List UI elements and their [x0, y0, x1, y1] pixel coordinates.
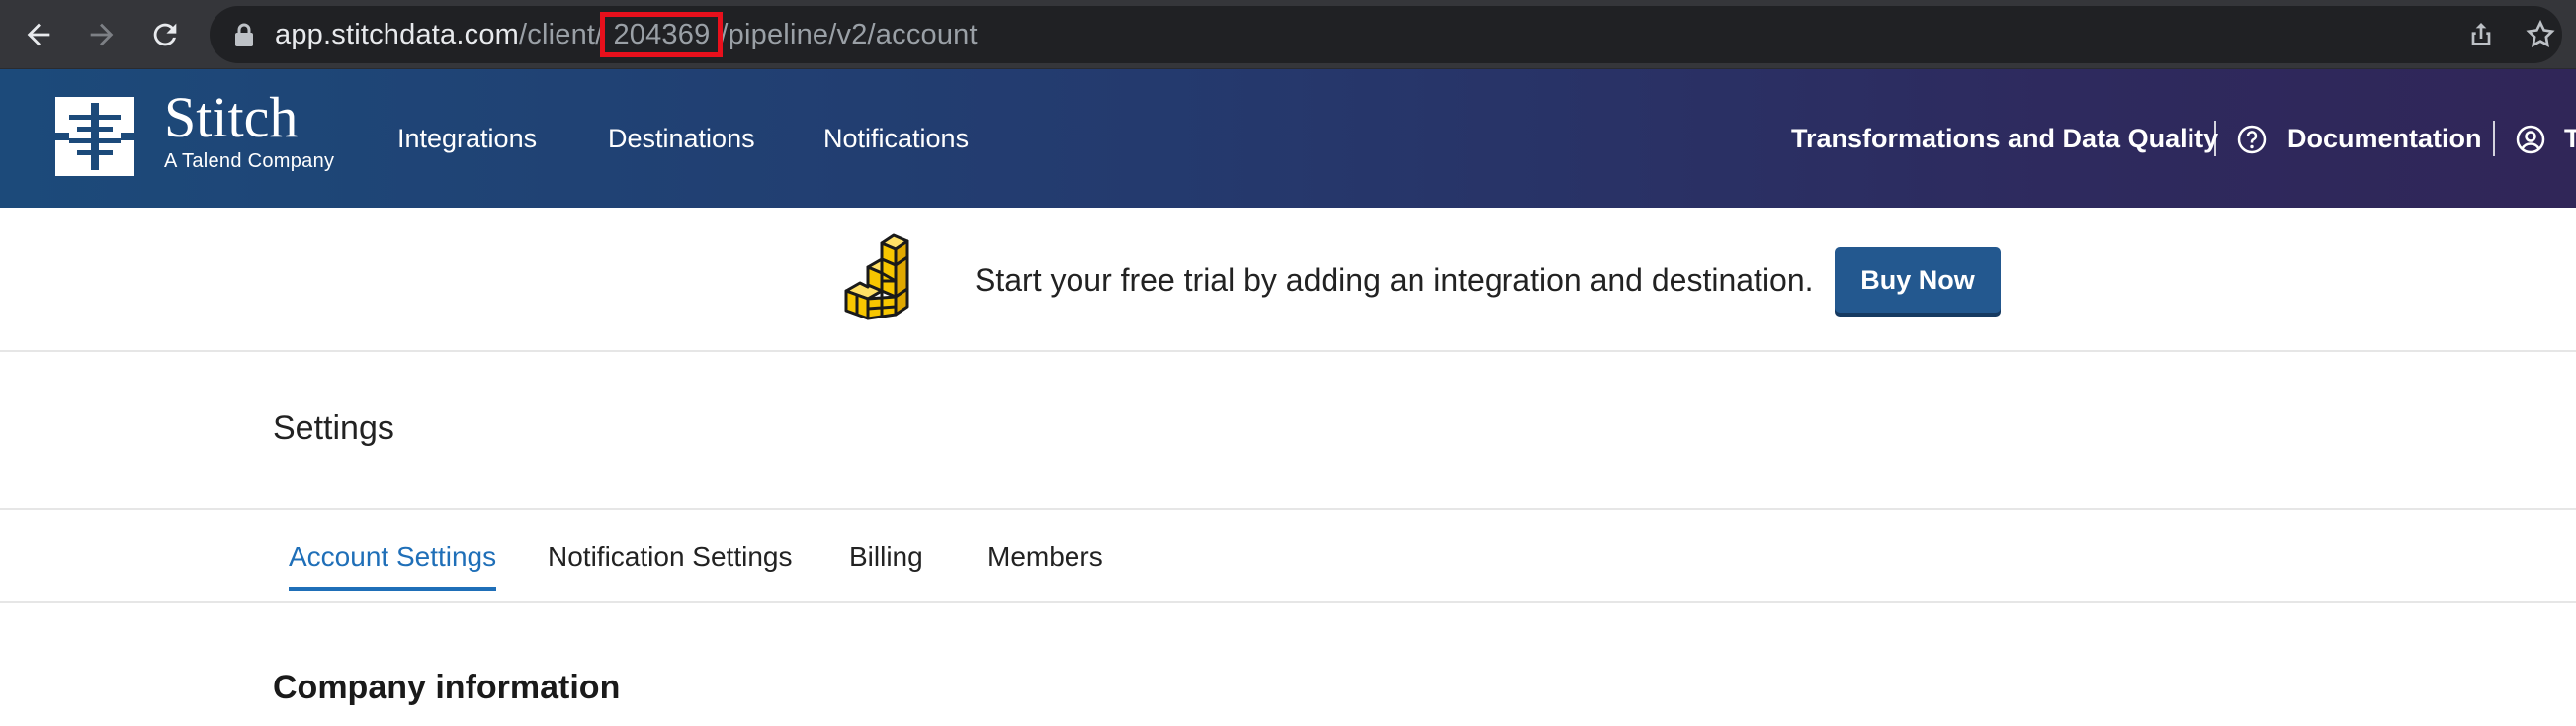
arrow-right-icon [90, 23, 114, 46]
lock-icon [235, 23, 253, 46]
page-title: Settings [273, 409, 394, 447]
header-divider [2214, 121, 2216, 156]
app-header: Stitch A Talend Company Integrations Des… [0, 69, 2576, 208]
url-text: app.stitchdata.com/client/204369/pipelin… [275, 6, 978, 63]
nav-documentation[interactable]: Documentation [2287, 69, 2482, 208]
url-client-id-highlight: 204369 [600, 12, 724, 57]
stair-blocks-icon [844, 233, 909, 320]
stitch-logo[interactable] [55, 97, 134, 176]
nav-transformations[interactable]: Transformations and Data Quality [1791, 69, 2218, 208]
help-circle-icon[interactable] [2236, 124, 2268, 155]
section-title-company-information: Company information [273, 669, 621, 706]
nav-notifications[interactable]: Notifications [823, 69, 969, 208]
tab-billing[interactable]: Billing [849, 510, 923, 603]
tab-notification-settings[interactable]: Notification Settings [548, 510, 792, 603]
settings-tabs: Account Settings Notification Settings B… [0, 510, 2576, 603]
brand-name: Stitch [164, 85, 299, 149]
arrow-left-icon [27, 23, 50, 46]
brand: Stitch A Talend Company [164, 85, 335, 173]
address-bar[interactable]: app.stitchdata.com/client/204369/pipelin… [210, 6, 2562, 63]
share-icon[interactable] [2465, 19, 2497, 50]
user-menu-label[interactable]: T [2564, 69, 2576, 208]
trial-message: Start your free trial by adding an integ… [975, 262, 1814, 298]
nav-destinations[interactable]: Destinations [608, 69, 755, 208]
brand-tagline: A Talend Company [164, 150, 335, 172]
nav-integrations[interactable]: Integrations [397, 69, 537, 208]
bookmark-star-icon[interactable] [2525, 19, 2556, 50]
url-path-prefix: /client/ [519, 19, 604, 50]
settings-header: Settings [0, 352, 2576, 510]
header-divider-2 [2493, 121, 2495, 156]
back-button[interactable] [16, 12, 61, 57]
browser-toolbar: app.stitchdata.com/client/204369/pipelin… [0, 0, 2576, 69]
url-host: app.stitchdata.com [275, 19, 520, 50]
user-account-icon[interactable] [2515, 124, 2546, 155]
forward-button[interactable] [79, 12, 125, 57]
url-path-suffix: /pipeline/v2/account [720, 19, 978, 50]
reload-icon [153, 23, 177, 46]
stitch-logo-icon [55, 97, 134, 176]
tab-account-settings[interactable]: Account Settings [289, 510, 497, 603]
tab-members[interactable]: Members [987, 510, 1103, 603]
buy-now-button[interactable]: Buy Now [1835, 247, 2001, 313]
reload-button[interactable] [142, 12, 188, 57]
trial-banner: Start your free trial by adding an integ… [0, 208, 2576, 352]
